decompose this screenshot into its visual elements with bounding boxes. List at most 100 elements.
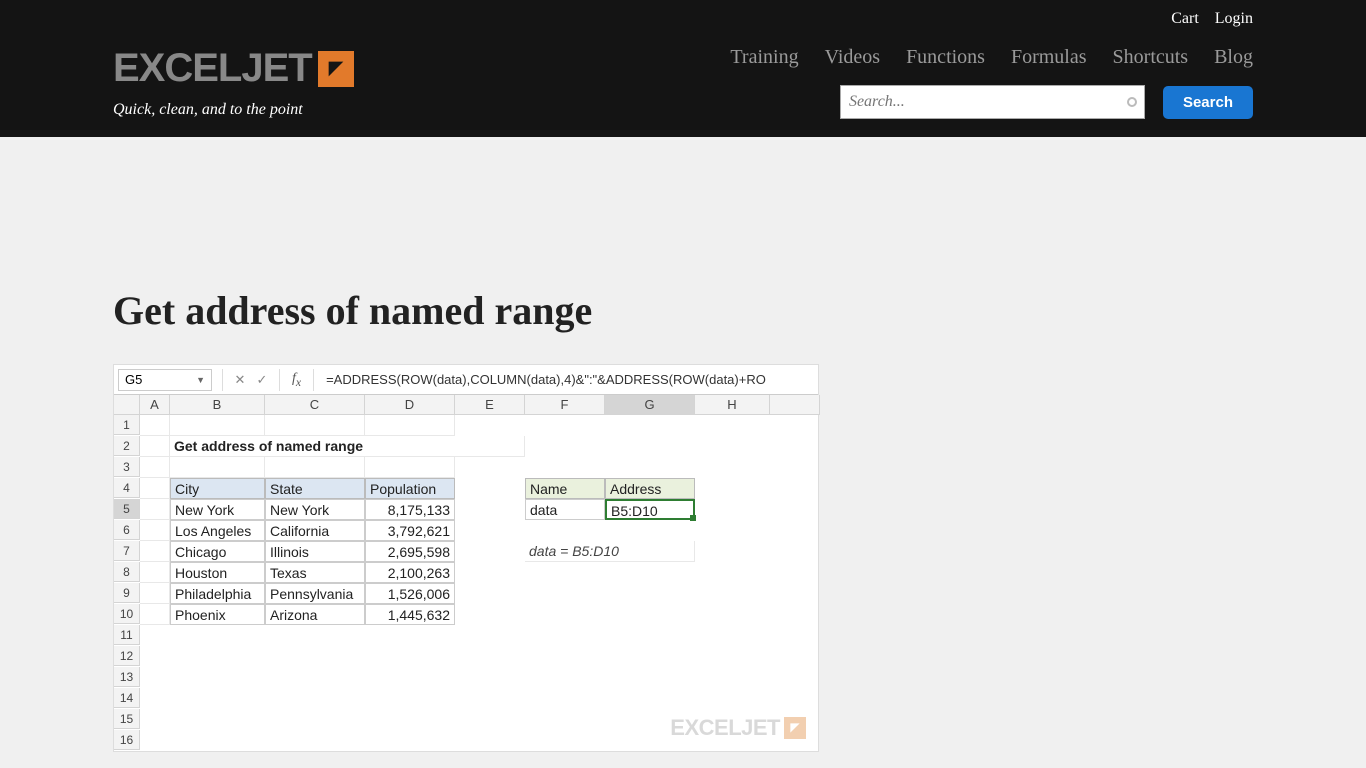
- cell-B12[interactable]: [170, 646, 265, 667]
- cell-E13[interactable]: [455, 667, 525, 688]
- cell-H11[interactable]: [695, 625, 770, 646]
- cancel-icon[interactable]: ✕: [229, 372, 251, 388]
- cell-C3[interactable]: [265, 457, 365, 478]
- cell-G13[interactable]: [605, 667, 695, 688]
- cell-D14[interactable]: [365, 688, 455, 709]
- cell-A7[interactable]: [140, 541, 170, 562]
- nav-blog[interactable]: Blog: [1214, 46, 1253, 69]
- cell-H3[interactable]: [695, 457, 770, 478]
- cell-D6[interactable]: 3,792,621: [365, 520, 455, 541]
- cell-B5[interactable]: New York: [170, 499, 265, 520]
- cell-C8[interactable]: Texas: [265, 562, 365, 583]
- nav-training[interactable]: Training: [730, 46, 798, 69]
- cell-C1[interactable]: [265, 415, 365, 436]
- cell-F16[interactable]: [525, 730, 605, 751]
- cell-E14[interactable]: [455, 688, 525, 709]
- cell-D4[interactable]: Population: [365, 478, 455, 499]
- cell-H12[interactable]: [695, 646, 770, 667]
- cell-C6[interactable]: California: [265, 520, 365, 541]
- cell-A8[interactable]: [140, 562, 170, 583]
- cell-G6[interactable]: [605, 520, 695, 541]
- cell-D13[interactable]: [365, 667, 455, 688]
- cell-B6[interactable]: Los Angeles: [170, 520, 265, 541]
- nav-videos[interactable]: Videos: [825, 46, 880, 69]
- cell-B9[interactable]: Philadelphia: [170, 583, 265, 604]
- cell-H6[interactable]: [695, 520, 770, 541]
- cell-B3[interactable]: [170, 457, 265, 478]
- cell-D11[interactable]: [365, 625, 455, 646]
- cell-B8[interactable]: Houston: [170, 562, 265, 583]
- cell-F11[interactable]: [525, 625, 605, 646]
- cell-H7[interactable]: [695, 541, 770, 562]
- cell-G10[interactable]: [605, 604, 695, 625]
- nav-formulas[interactable]: Formulas: [1011, 46, 1087, 69]
- search-input[interactable]: [840, 85, 1145, 119]
- cell-F10[interactable]: [525, 604, 605, 625]
- cell-D10[interactable]: 1,445,632: [365, 604, 455, 625]
- cell-H9[interactable]: [695, 583, 770, 604]
- cell-A1[interactable]: [140, 415, 170, 436]
- fx-icon[interactable]: fx: [286, 371, 307, 389]
- cell-D7[interactable]: 2,695,598: [365, 541, 455, 562]
- cell-B10[interactable]: Phoenix: [170, 604, 265, 625]
- cell-B4[interactable]: City: [170, 478, 265, 499]
- cell-D3[interactable]: [365, 457, 455, 478]
- cell-B16[interactable]: [170, 730, 265, 751]
- cell-F1[interactable]: [525, 415, 605, 436]
- cell-H5[interactable]: [695, 499, 770, 520]
- cell-G9[interactable]: [605, 583, 695, 604]
- search-button[interactable]: Search: [1163, 86, 1253, 119]
- cell-A14[interactable]: [140, 688, 170, 709]
- cell-F4[interactable]: Name: [525, 478, 605, 499]
- cell-F3[interactable]: [525, 457, 605, 478]
- cell-A13[interactable]: [140, 667, 170, 688]
- cell-A2[interactable]: [140, 436, 170, 457]
- cell-A16[interactable]: [140, 730, 170, 751]
- cell-D9[interactable]: 1,526,006: [365, 583, 455, 604]
- cell-C12[interactable]: [265, 646, 365, 667]
- cell-F6[interactable]: [525, 520, 605, 541]
- cell-D16[interactable]: [365, 730, 455, 751]
- cell-A5[interactable]: [140, 499, 170, 520]
- cell-B11[interactable]: [170, 625, 265, 646]
- cell-G2[interactable]: [605, 436, 695, 457]
- cell-F13[interactable]: [525, 667, 605, 688]
- cell-D8[interactable]: 2,100,263: [365, 562, 455, 583]
- cell-B13[interactable]: [170, 667, 265, 688]
- logo[interactable]: EXCELJET: [113, 46, 354, 91]
- cell-D15[interactable]: [365, 709, 455, 730]
- name-box[interactable]: G5 ▼: [118, 369, 212, 391]
- cell-G4[interactable]: Address: [605, 478, 695, 499]
- cell-F7[interactable]: data = B5:D10: [525, 541, 695, 562]
- login-link[interactable]: Login: [1215, 10, 1253, 27]
- cell-G3[interactable]: [605, 457, 695, 478]
- cell-H8[interactable]: [695, 562, 770, 583]
- cell-F8[interactable]: [525, 562, 605, 583]
- check-icon[interactable]: ✓: [251, 372, 273, 388]
- cell-E15[interactable]: [455, 709, 525, 730]
- cell-H13[interactable]: [695, 667, 770, 688]
- cell-G8[interactable]: [605, 562, 695, 583]
- cell-F15[interactable]: [525, 709, 605, 730]
- cell-E3[interactable]: [455, 457, 525, 478]
- cell-D5[interactable]: 8,175,133: [365, 499, 455, 520]
- cell-D1[interactable]: [365, 415, 455, 436]
- cell-E5[interactable]: [455, 499, 525, 520]
- cell-E4[interactable]: [455, 478, 525, 499]
- cell-G12[interactable]: [605, 646, 695, 667]
- cell-E10[interactable]: [455, 604, 525, 625]
- cell-C10[interactable]: Arizona: [265, 604, 365, 625]
- cell-A4[interactable]: [140, 478, 170, 499]
- cell-A10[interactable]: [140, 604, 170, 625]
- cell-F9[interactable]: [525, 583, 605, 604]
- cell-E7[interactable]: [455, 541, 525, 562]
- cell-E9[interactable]: [455, 583, 525, 604]
- cell-C7[interactable]: Illinois: [265, 541, 365, 562]
- nav-functions[interactable]: Functions: [906, 46, 985, 69]
- cell-E8[interactable]: [455, 562, 525, 583]
- cell-A11[interactable]: [140, 625, 170, 646]
- cell-G1[interactable]: [605, 415, 695, 436]
- cell-G14[interactable]: [605, 688, 695, 709]
- cell-C4[interactable]: State: [265, 478, 365, 499]
- cell-C15[interactable]: [265, 709, 365, 730]
